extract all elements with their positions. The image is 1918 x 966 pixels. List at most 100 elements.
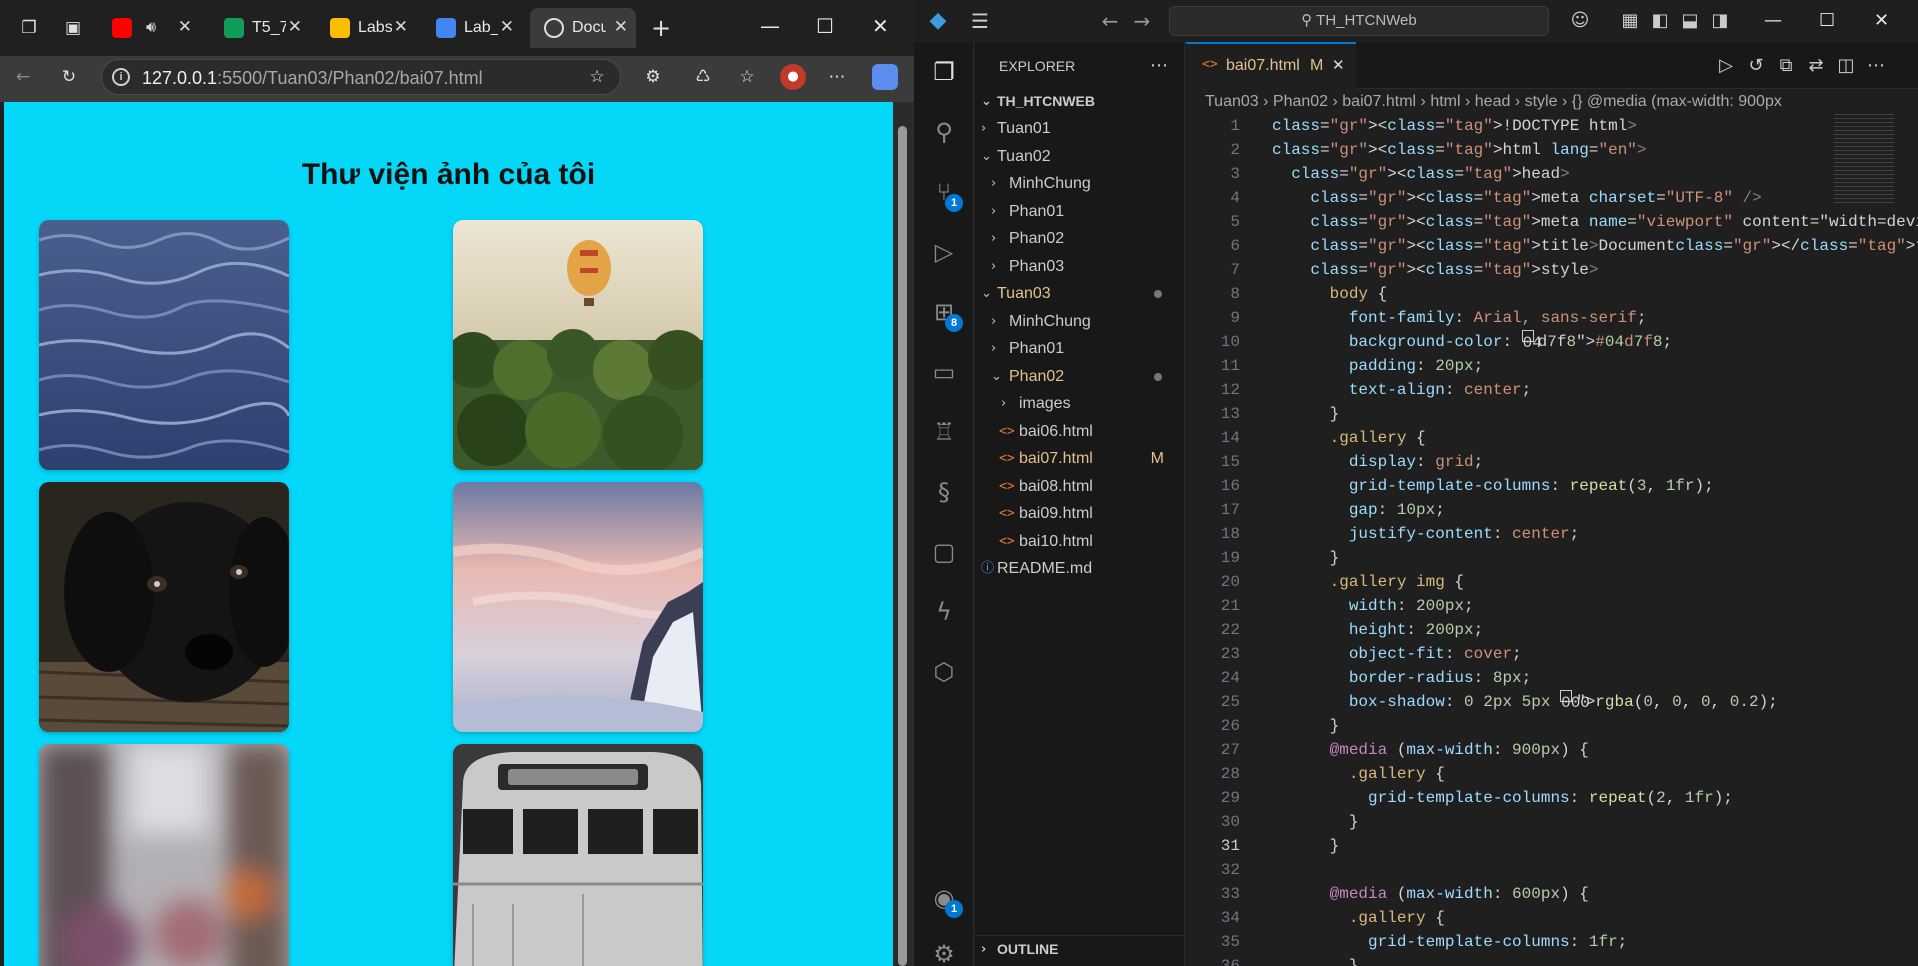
- tree-item-tuan01[interactable]: › Tuan01: [975, 115, 1184, 142]
- forward-icon[interactable]: →: [1126, 5, 1158, 37]
- workspace-root[interactable]: ⌄ TH_HTCNWEB: [975, 88, 1184, 115]
- close-tab-icon[interactable]: ✕: [178, 17, 192, 37]
- back-icon[interactable]: ←: [10, 64, 36, 90]
- code-line[interactable]: }: [1272, 810, 1359, 834]
- code-line[interactable]: @media (max-width: 900px) {: [1272, 738, 1589, 762]
- breadcrumb-item[interactable]: style: [1525, 93, 1558, 110]
- tab-drive[interactable]: Labs ✕: [316, 8, 416, 48]
- code-line[interactable]: class="gr"><class="tag">meta name="viewp…: [1272, 210, 1918, 234]
- code-line[interactable]: grid-template-columns: repeat(2, 1fr);: [1272, 786, 1733, 810]
- tree-item-bai08-html[interactable]: <> bai08.html: [975, 473, 1184, 500]
- tree-item-phan02[interactable]: › Phan02: [975, 225, 1184, 252]
- toggle-sidebar-icon[interactable]: ◧: [1644, 5, 1676, 37]
- tree-item-bai07-html[interactable]: <> bai07.html M: [975, 445, 1184, 472]
- tree-item-phan01[interactable]: › Phan01: [975, 335, 1184, 362]
- menu-icon[interactable]: ☰: [964, 5, 996, 37]
- workspaces-icon[interactable]: ❐: [16, 15, 42, 41]
- code-line[interactable]: gap: 10px;: [1272, 498, 1445, 522]
- add-favorite-icon[interactable]: ☆: [584, 64, 610, 90]
- code-line[interactable]: .gallery img {: [1272, 570, 1464, 594]
- copilot-icon[interactable]: [872, 64, 898, 90]
- code-line[interactable]: display: grid;: [1272, 450, 1483, 474]
- chat-icon[interactable]: ▢: [928, 536, 960, 568]
- timeline-icon[interactable]: ↺: [1740, 50, 1772, 82]
- back-icon[interactable]: ←: [1094, 5, 1126, 37]
- tree-item-tuan03[interactable]: ⌄ Tuan03: [975, 280, 1184, 307]
- tree-item-minhchung[interactable]: › MinhChung: [975, 170, 1184, 197]
- code-line[interactable]: class="gr"><class="tag">meta charset="UT…: [1272, 186, 1761, 210]
- close-tab-icon[interactable]: ✕: [1332, 56, 1345, 74]
- more-menu-icon[interactable]: ⋯: [824, 64, 850, 90]
- code-line[interactable]: object-fit: cover;: [1272, 642, 1522, 666]
- breadcrumb-item[interactable]: Phan02: [1273, 93, 1328, 110]
- close-tab-icon[interactable]: ✕: [614, 17, 628, 37]
- minimap[interactable]: [1834, 114, 1904, 234]
- scrollbar-thumb[interactable]: [898, 126, 907, 966]
- close-tab-icon[interactable]: ✕: [394, 17, 408, 37]
- code-line[interactable]: background-color: 04d7f8">#04d7f8;: [1272, 330, 1672, 354]
- explorer-icon[interactable]: ❐: [928, 56, 960, 88]
- split-editor-icon[interactable]: ◫: [1830, 50, 1862, 82]
- code-line[interactable]: class="gr"><class="tag">style>: [1272, 258, 1598, 282]
- code-line[interactable]: class="gr"><class="tag">html lang="en">: [1272, 138, 1647, 162]
- code-line[interactable]: height: 200px;: [1272, 618, 1483, 642]
- run-icon[interactable]: ▷: [1710, 50, 1742, 82]
- tab-docs[interactable]: Lab_ ✕: [422, 8, 522, 48]
- code-line[interactable]: padding: 20px;: [1272, 354, 1483, 378]
- code-line[interactable]: }: [1272, 834, 1340, 858]
- code-line[interactable]: class="gr"><class="tag">!DOCTYPE html>: [1272, 114, 1637, 138]
- address-bar[interactable]: i 127.0.0.1:5500/Tuan03/Phan02/bai07.htm…: [101, 59, 621, 95]
- breadcrumb-item[interactable]: {} @media (max-width: 900px: [1572, 93, 1782, 110]
- command-search[interactable]: ⚲ TH_HTCNWeb: [1169, 6, 1549, 36]
- run-debug-icon[interactable]: ▷: [928, 236, 960, 268]
- code-line[interactable]: class="gr"><class="tag">title>Documentcl…: [1272, 234, 1918, 258]
- site-info-icon[interactable]: i: [112, 68, 130, 86]
- remote-explorer-icon[interactable]: ▭: [928, 356, 960, 388]
- close-tab-icon[interactable]: ✕: [500, 17, 514, 37]
- tree-item-phan01[interactable]: › Phan01: [975, 198, 1184, 225]
- vertical-tabs-icon[interactable]: ▣: [60, 15, 86, 41]
- minimize-icon[interactable]: —: [760, 14, 780, 38]
- tab-document-active[interactable]: Docu ✕: [530, 8, 636, 48]
- code-line[interactable]: justify-content: center;: [1272, 522, 1579, 546]
- extensions-icon[interactable]: ⚙: [640, 64, 666, 90]
- breadcrumb-item[interactable]: head: [1475, 93, 1511, 110]
- breadcrumb-item[interactable]: bai07.html: [1342, 93, 1416, 110]
- tree-item-phan03[interactable]: › Phan03: [975, 253, 1184, 280]
- copilot-icon[interactable]: ☺: [1564, 5, 1596, 37]
- code-line[interactable]: }: [1272, 954, 1359, 966]
- settings-gear-icon[interactable]: ⚙: [928, 938, 960, 966]
- code-line[interactable]: }: [1272, 402, 1340, 426]
- tab-youtube[interactable]: 🔊︎ ✕: [104, 8, 200, 48]
- tree-item-readme-md[interactable]: ⓘ README.md: [975, 555, 1184, 582]
- tree-item-tuan02[interactable]: ⌄ Tuan02: [975, 143, 1184, 170]
- more-actions-icon[interactable]: ⋯: [1860, 50, 1892, 82]
- code-line[interactable]: font-family: Arial, sans-serif;: [1272, 306, 1647, 330]
- tree-item-bai09-html[interactable]: <> bai09.html: [975, 500, 1184, 527]
- performance-icon[interactable]: ♺: [690, 64, 716, 90]
- toggle-panel-icon[interactable]: ⬓: [1674, 5, 1706, 37]
- breadcrumb-item[interactable]: Tuan03: [1205, 93, 1259, 110]
- close-tab-icon[interactable]: ✕: [288, 17, 302, 37]
- code-line[interactable]: body {: [1272, 282, 1388, 306]
- code-line[interactable]: .gallery {: [1272, 906, 1445, 930]
- code-line[interactable]: }: [1272, 546, 1340, 570]
- maximize-icon[interactable]: ☐: [1819, 10, 1835, 31]
- layout-icon[interactable]: ▦: [1614, 5, 1646, 37]
- page-scrollbar[interactable]: [893, 102, 914, 966]
- toggle-secondary-sidebar-icon[interactable]: ◨: [1704, 5, 1736, 37]
- genie-icon[interactable]: ♖: [928, 416, 960, 448]
- editor-tab-bai07[interactable]: <> bai07.html M ✕: [1186, 42, 1356, 90]
- search-icon[interactable]: ⚲: [928, 116, 960, 148]
- tree-item-minhchung[interactable]: › MinhChung: [975, 308, 1184, 335]
- code-line[interactable]: text-align: center;: [1272, 378, 1531, 402]
- lightning-icon[interactable]: ϟ: [928, 596, 960, 628]
- compare-changes-icon[interactable]: ⇄: [1800, 50, 1832, 82]
- code-line[interactable]: }: [1272, 714, 1340, 738]
- refresh-icon[interactable]: ↻: [56, 64, 82, 90]
- profile-avatar[interactable]: ●: [780, 64, 806, 90]
- code-line[interactable]: border-radius: 8px;: [1272, 666, 1531, 690]
- outline-section[interactable]: › OUTLINE: [975, 935, 1184, 962]
- tree-item-phan02[interactable]: ⌄ Phan02: [975, 363, 1184, 390]
- code-line[interactable]: @media (max-width: 600px) {: [1272, 882, 1589, 906]
